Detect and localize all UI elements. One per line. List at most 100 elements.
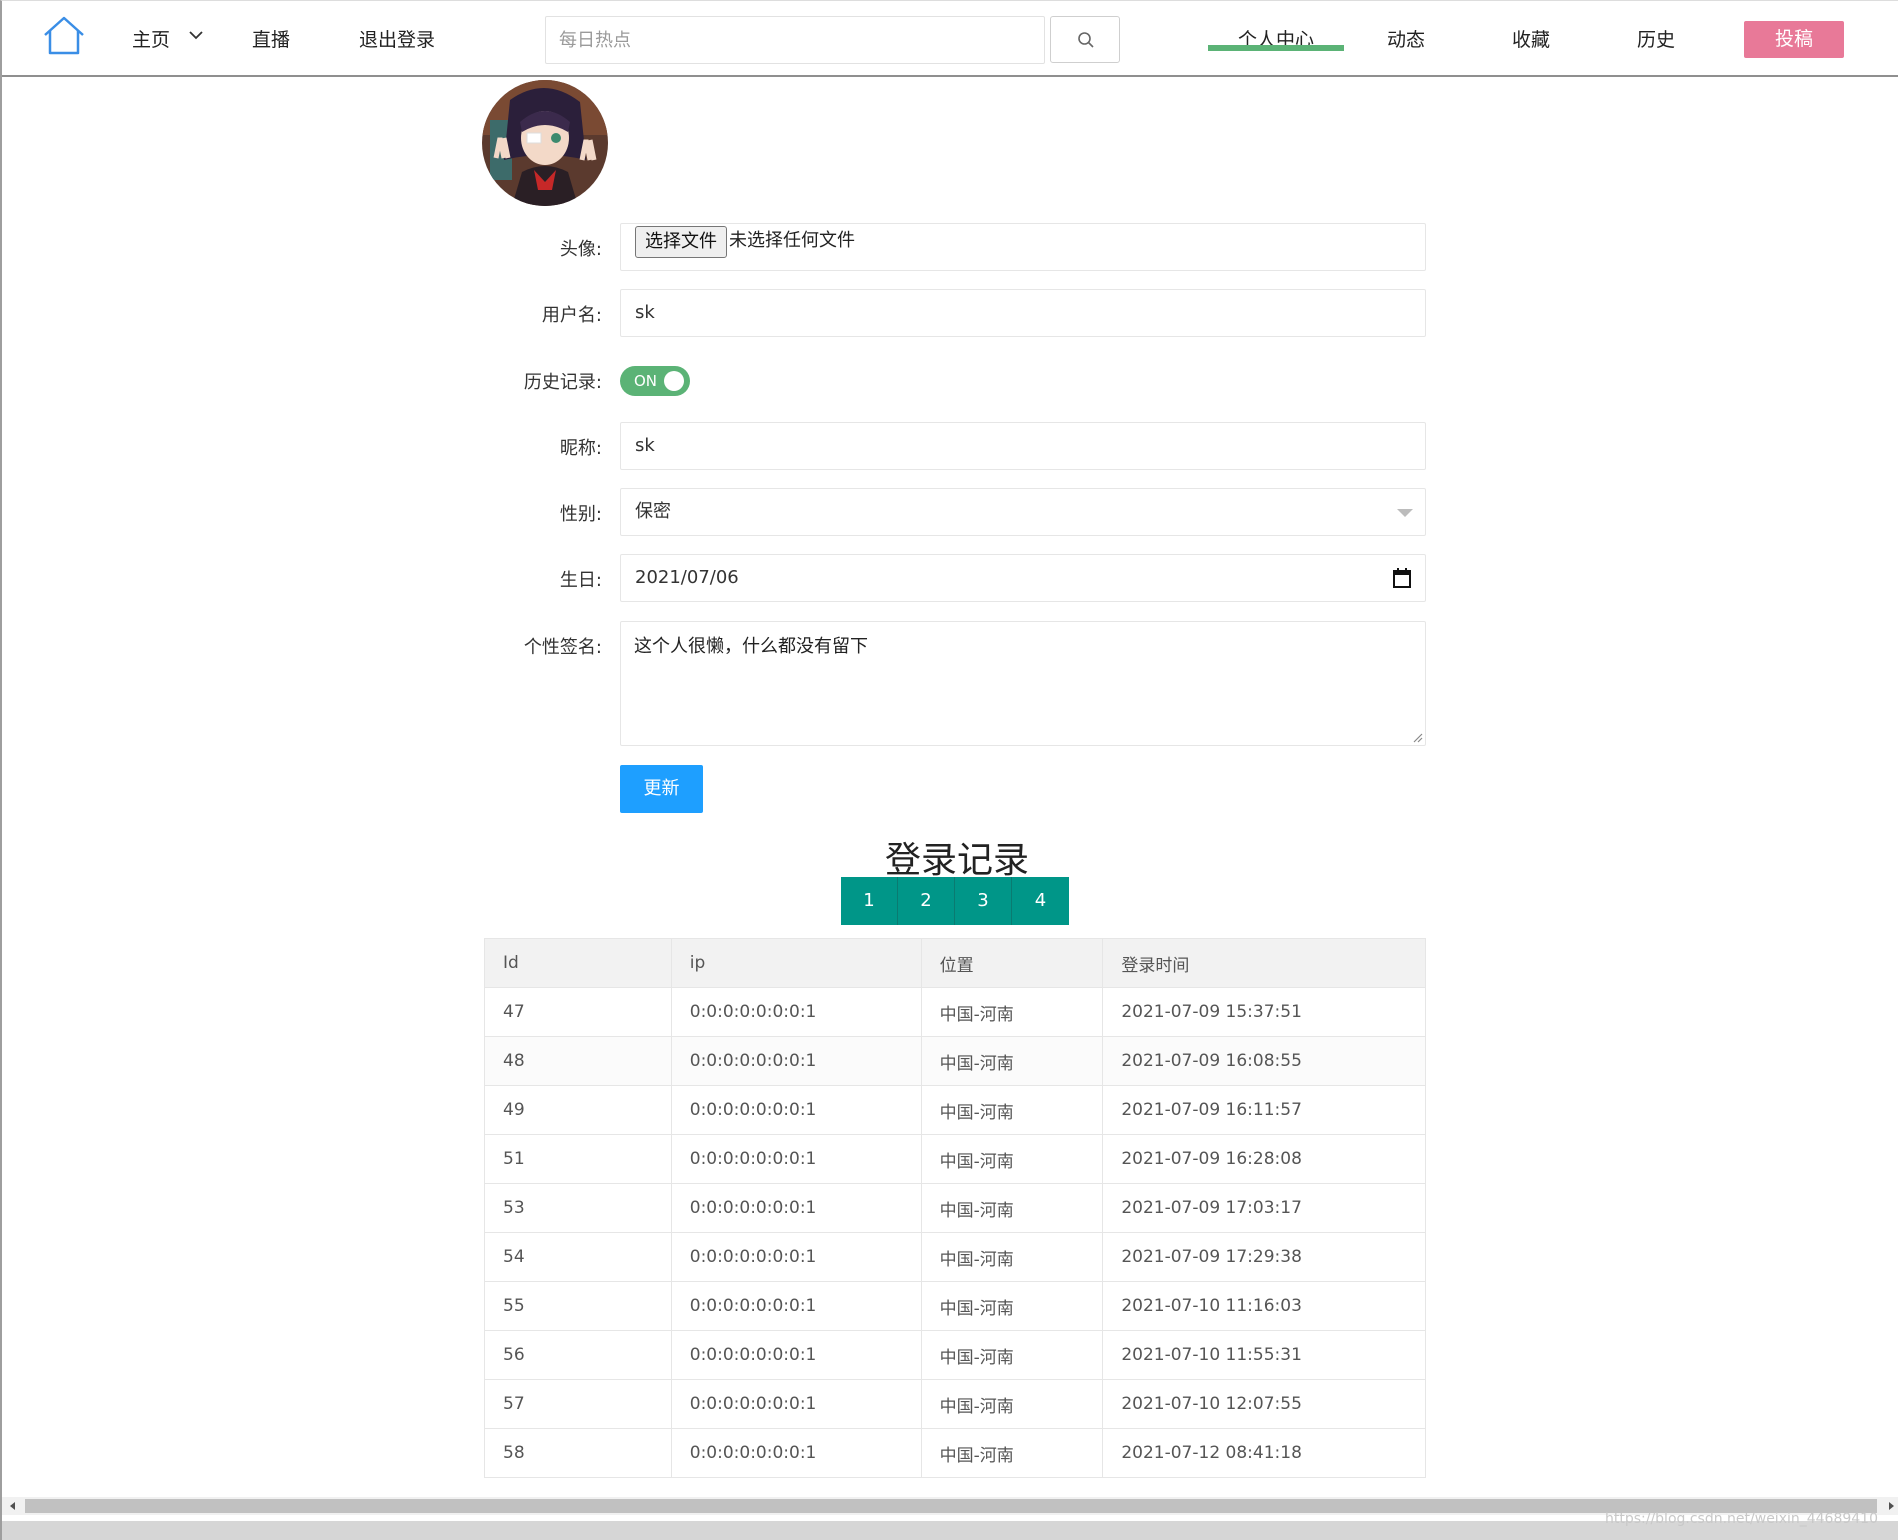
- resize-grip-icon[interactable]: [1411, 731, 1423, 743]
- cell-ip: 0:0:0:0:0:0:0:1: [670, 987, 922, 1037]
- signature-label: 个性签名:: [523, 637, 602, 658]
- cell-ip: 0:0:0:0:0:0:0:1: [670, 1134, 922, 1184]
- dropdown-caret-icon: [1397, 509, 1413, 517]
- cell-ip: 0:0:0:0:0:0:0:1: [670, 1330, 922, 1380]
- table-row: 56 0:0:0:0:0:0:0:1 中国-河南 2021-07-10 11:55:3…: [484, 1330, 1426, 1380]
- table-header-row: Id ip 位置 登录时间: [484, 938, 1426, 988]
- cell-login-time: 2021-07-09 16:28:08: [1102, 1134, 1426, 1184]
- choose-file-button[interactable]: 选择文件: [635, 226, 727, 258]
- gender-label: 性别:: [559, 504, 602, 525]
- cell-ip: 0:0:0:0:0:0:0:1: [670, 1428, 922, 1478]
- watermark-text: https://blog.csdn.net/weixin_44689410: [1604, 1511, 1878, 1527]
- nav-history[interactable]: 历史: [1637, 25, 1675, 52]
- column-header-id: Id: [484, 938, 672, 988]
- cell-location: 中国-河南: [920, 1232, 1104, 1282]
- page: 主页 直播 退出登录 个人中心 动态 收藏 历史 投稿: [0, 0, 1898, 1540]
- birthday-label: 生日:: [559, 570, 602, 591]
- page-button-3[interactable]: 3: [955, 877, 1012, 925]
- cell-id: 47: [484, 987, 672, 1037]
- gender-selected-value: 保密: [635, 501, 671, 522]
- cell-location: 中国-河南: [920, 1036, 1104, 1086]
- cell-ip: 0:0:0:0:0:0:0:1: [670, 1379, 922, 1429]
- cell-ip: 0:0:0:0:0:0:0:1: [670, 1232, 922, 1282]
- table-row: 48 0:0:0:0:0:0:0:1 中国-河南 2021-07-09 16:08:5…: [484, 1036, 1426, 1086]
- cell-login-time: 2021-07-12 08:41:18: [1102, 1428, 1426, 1478]
- cell-location: 中国-河南: [920, 1183, 1104, 1233]
- toggle-knob: [664, 371, 684, 391]
- table-row: 49 0:0:0:0:0:0:0:1 中国-河南 2021-07-09 16:11:5…: [484, 1085, 1426, 1135]
- table-row: 58 0:0:0:0:0:0:0:1 中国-河南 2021-07-12 08:41:1…: [484, 1428, 1426, 1478]
- calendar-icon[interactable]: [1393, 568, 1411, 588]
- cell-id: 48: [484, 1036, 672, 1086]
- history-toggle[interactable]: ON: [620, 366, 690, 396]
- nav-home[interactable]: 主页: [132, 25, 170, 52]
- page-button-1[interactable]: 1: [841, 877, 898, 925]
- birthday-value: 2021/07/06: [635, 567, 739, 588]
- nickname-input[interactable]: sk: [620, 422, 1426, 470]
- cell-location: 中国-河南: [920, 1379, 1104, 1429]
- cell-location: 中国-河南: [920, 1330, 1104, 1380]
- cell-ip: 0:0:0:0:0:0:0:1: [670, 1036, 922, 1086]
- search-input[interactable]: [545, 16, 1045, 64]
- table-row: 54 0:0:0:0:0:0:0:1 中国-河南 2021-07-09 17:29:3…: [484, 1232, 1426, 1282]
- cell-ip: 0:0:0:0:0:0:0:1: [670, 1085, 922, 1135]
- table-row: 57 0:0:0:0:0:0:0:1 中国-河南 2021-07-10 12:07:5…: [484, 1379, 1426, 1429]
- column-header-login-time: 登录时间: [1102, 938, 1426, 988]
- username-input[interactable]: sk: [620, 289, 1426, 337]
- post-button[interactable]: 投稿: [1744, 21, 1844, 58]
- table-row: 47 0:0:0:0:0:0:0:1 中国-河南 2021-07-09 15:37:5…: [484, 987, 1426, 1037]
- nav-dynamics[interactable]: 动态: [1387, 25, 1425, 52]
- login-records-table: Id ip 位置 登录时间 47 0:0:0:0:0:0:0:1 中国-河南 2021…: [484, 938, 1426, 1478]
- cell-location: 中国-河南: [920, 1428, 1104, 1478]
- nav-live[interactable]: 直播: [252, 25, 290, 52]
- pagination: 1 2 3 4: [841, 877, 1069, 925]
- cell-id: 57: [484, 1379, 672, 1429]
- cell-login-time: 2021-07-09 16:11:57: [1102, 1085, 1426, 1135]
- page-button-2[interactable]: 2: [898, 877, 955, 925]
- column-header-location: 位置: [920, 938, 1104, 988]
- cell-ip: 0:0:0:0:0:0:0:1: [670, 1183, 922, 1233]
- update-button[interactable]: 更新: [620, 765, 703, 813]
- signature-textarea[interactable]: 这个人很懒，什么都没有留下: [620, 621, 1426, 746]
- cell-id: 53: [484, 1183, 672, 1233]
- nav-favorites[interactable]: 收藏: [1512, 25, 1550, 52]
- cell-id: 55: [484, 1281, 672, 1331]
- cell-id: 58: [484, 1428, 672, 1478]
- cell-location: 中国-河南: [920, 987, 1104, 1037]
- column-header-ip: ip: [670, 938, 922, 988]
- cell-login-time: 2021-07-10 12:07:55: [1102, 1379, 1426, 1429]
- search-button[interactable]: [1050, 16, 1120, 63]
- file-status-text: 未选择任何文件: [729, 230, 855, 251]
- toggle-state-text: ON: [634, 372, 658, 390]
- scrollbar-thumb[interactable]: [25, 1499, 1877, 1513]
- active-tab-indicator: [1208, 45, 1344, 51]
- cell-login-time: 2021-07-10 11:55:31: [1102, 1330, 1426, 1380]
- cell-id: 54: [484, 1232, 672, 1282]
- table-row: 51 0:0:0:0:0:0:0:1 中国-河南 2021-07-09 16:28:0…: [484, 1134, 1426, 1184]
- cell-id: 49: [484, 1085, 672, 1135]
- username-label: 用户名:: [541, 305, 602, 326]
- home-icon[interactable]: [42, 15, 86, 57]
- table-row: 53 0:0:0:0:0:0:0:1 中国-河南 2021-07-09 17:03:1…: [484, 1183, 1426, 1233]
- cell-id: 51: [484, 1134, 672, 1184]
- table-row: 55 0:0:0:0:0:0:0:1 中国-河南 2021-07-10 11:16:0…: [484, 1281, 1426, 1331]
- cell-login-time: 2021-07-10 11:16:03: [1102, 1281, 1426, 1331]
- cell-login-time: 2021-07-09 17:03:17: [1102, 1183, 1426, 1233]
- scroll-left-icon[interactable]: [10, 1502, 15, 1510]
- cell-login-time: 2021-07-09 16:08:55: [1102, 1036, 1426, 1086]
- cell-login-time: 2021-07-09 17:29:38: [1102, 1232, 1426, 1282]
- nickname-label: 昵称:: [559, 438, 602, 459]
- cell-ip: 0:0:0:0:0:0:0:1: [670, 1281, 922, 1331]
- page-button-4[interactable]: 4: [1012, 877, 1069, 925]
- birthday-input[interactable]: 2021/07/06: [620, 554, 1426, 602]
- cell-location: 中国-河南: [920, 1281, 1104, 1331]
- scroll-right-icon[interactable]: [1889, 1502, 1894, 1510]
- avatar-label: 头像:: [559, 239, 602, 260]
- cell-location: 中国-河南: [920, 1134, 1104, 1184]
- chevron-down-icon[interactable]: [188, 29, 204, 41]
- gender-select[interactable]: 保密: [620, 488, 1426, 536]
- nav-logout[interactable]: 退出登录: [359, 25, 435, 52]
- search-icon: [1078, 32, 1094, 48]
- cell-location: 中国-河南: [920, 1085, 1104, 1135]
- history-label: 历史记录:: [523, 372, 602, 393]
